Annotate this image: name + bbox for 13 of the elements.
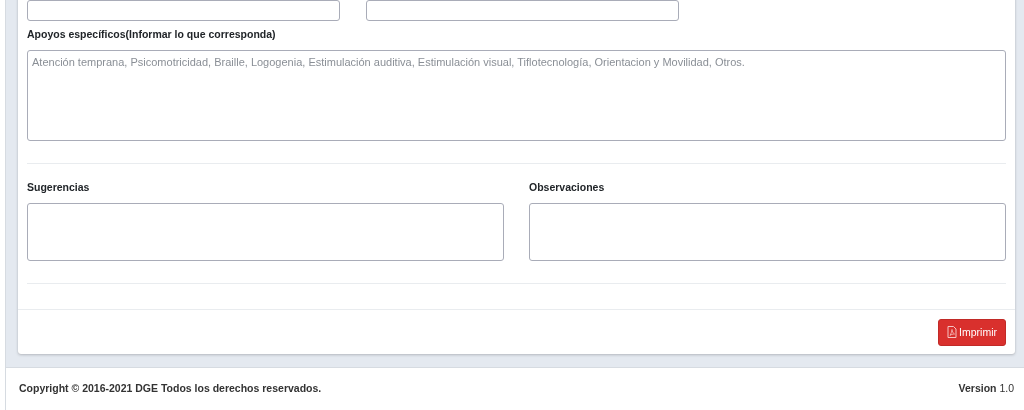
copyright-text: Copyright © 2016-2021 DGE Todos los derechos reservados. (19, 381, 322, 397)
version-number: 1.0 (999, 382, 1014, 395)
notes-textarea[interactable] (27, 202, 504, 261)
supports-textarea[interactable]: Atención temprana, Psicomotricidad, Braille, Logogenia, Estimulación auditiva, Estimulación visual, Tiflotecnología, Orientacion y Movilidad, Otros. (27, 49, 1006, 141)
field-label: Sugerencias (27, 179, 91, 195)
print-button[interactable]: Imprimir (938, 318, 1006, 347)
version-label: Version (958, 382, 997, 395)
field-label: Apoyos específicos(Informar lo que corresponda) (27, 27, 277, 42)
text-field[interactable] (27, 0, 340, 21)
text-field[interactable] (366, 0, 679, 21)
pdf-icon (947, 326, 958, 339)
field-label: Observaciones (529, 179, 606, 195)
notes-textarea[interactable] (529, 202, 1006, 261)
